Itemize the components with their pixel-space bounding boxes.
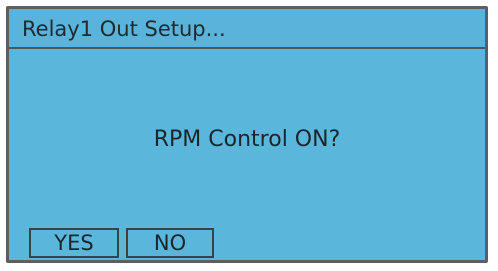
title-bar: Relay1 Out Setup...: [9, 9, 485, 49]
no-button[interactable]: NO: [126, 228, 214, 258]
screen-title: Relay1 Out Setup...: [22, 17, 226, 41]
lcd-display: Relay1 Out Setup... RPM Control ON? YES …: [6, 6, 488, 263]
yes-button[interactable]: YES: [29, 228, 119, 258]
confirmation-prompt: RPM Control ON?: [153, 127, 341, 152]
